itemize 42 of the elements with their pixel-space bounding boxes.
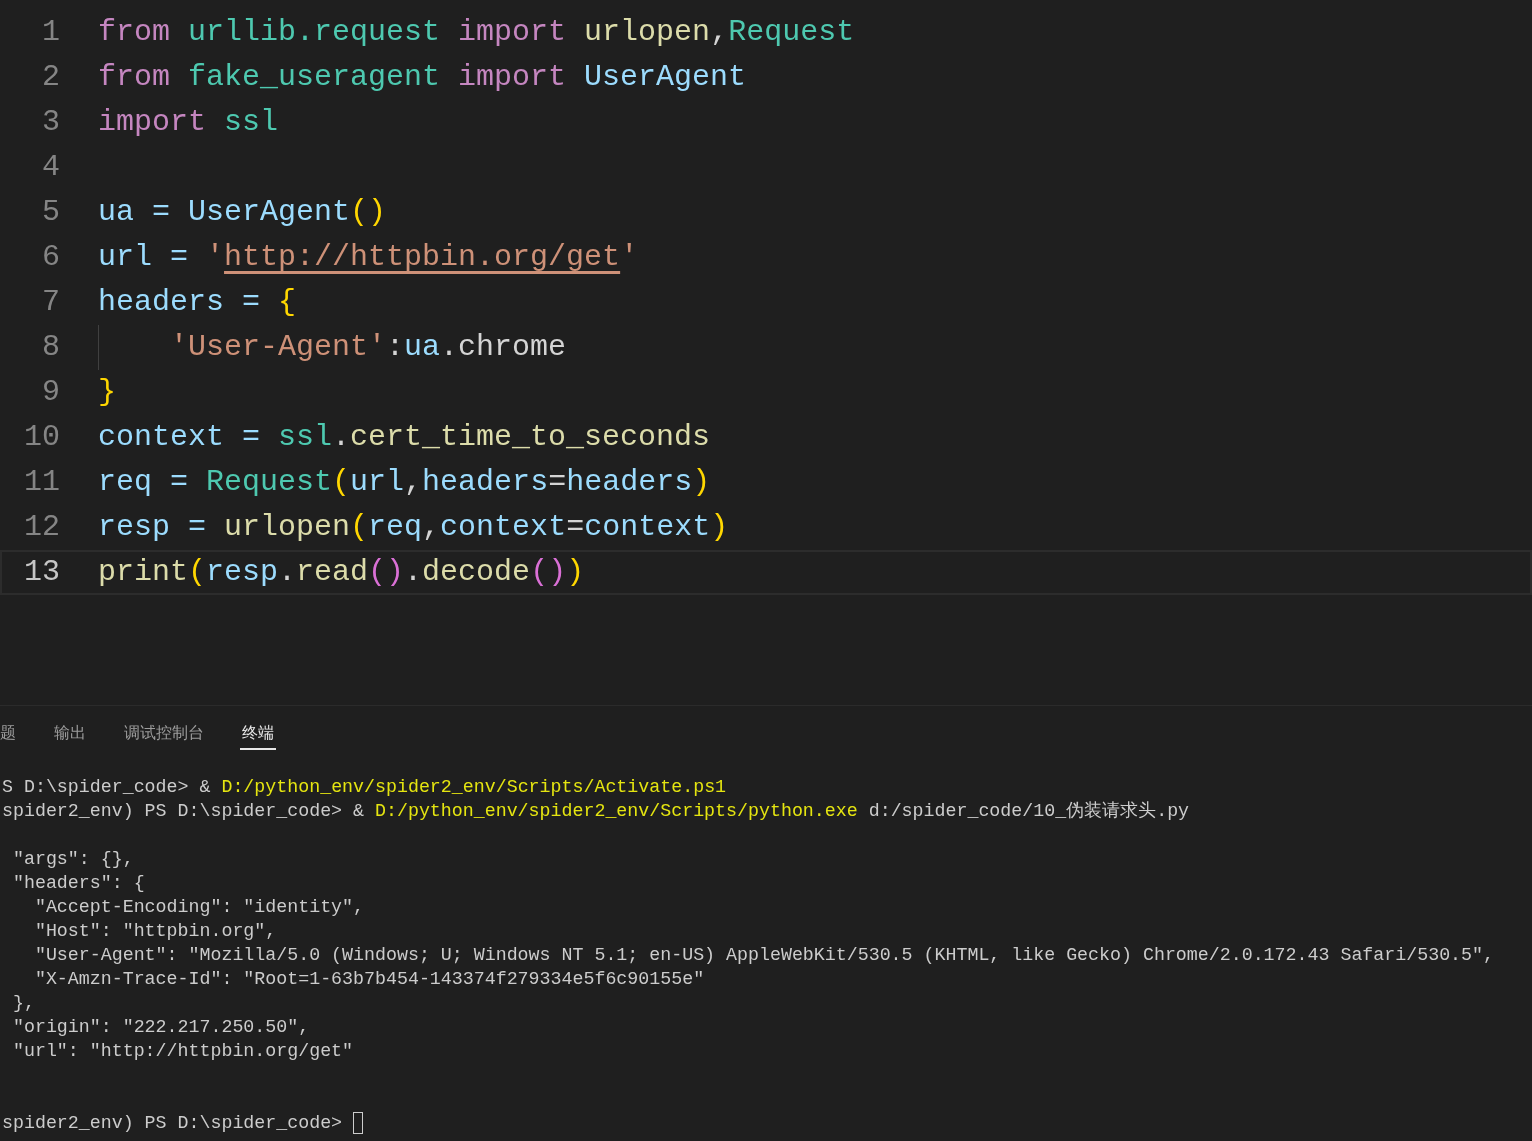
code-line: req = Request(url,headers=headers) <box>98 464 711 501</box>
terminal-line: "X-Amzn-Trace-Id": "Root=1-63b7b454-143374f279334e5f6c90155e" <box>33 968 705 991</box>
line-number: 5 <box>41 194 60 231</box>
code-line: headers = { <box>98 284 297 321</box>
code-line: import ssl <box>98 104 279 141</box>
terminal-prompt: spider2_env) PS D:\spider_code> <box>2 1112 344 1135</box>
line-number: 3 <box>41 104 60 141</box>
terminal-line: "headers": { <box>11 872 145 895</box>
code-line: 'User-Agent':ua.chrome <box>98 325 567 370</box>
terminal-line: "origin": "222.217.250.50", <box>11 1016 310 1039</box>
panel-tab[interactable]: 终端 <box>240 718 276 750</box>
panel-tab[interactable]: 题 <box>0 718 18 750</box>
line-number: 11 <box>23 464 60 501</box>
terminal-line: spider2_env) PS D:\spider_code> & D:/python_env/spider2_env/Scripts/python.exe d:/spider_code/10_伪装请求头.py <box>2 800 1190 823</box>
line-number: 4 <box>41 149 60 186</box>
line-number: 13 <box>23 554 60 591</box>
terminal-line: "Host": "httpbin.org", <box>33 920 277 943</box>
line-number: 12 <box>23 509 60 546</box>
code-line: url = 'http://httpbin.org/get' <box>98 239 639 276</box>
panel-tab[interactable]: 调试控制台 <box>122 718 206 750</box>
code-line: from urllib.request import urlopen,Request <box>98 14 855 51</box>
code-line: print(resp.read().decode()) <box>98 554 585 591</box>
code-line: } <box>98 374 116 411</box>
line-number: 8 <box>41 329 60 366</box>
line-number: 1 <box>41 14 60 51</box>
text-cursor <box>353 1112 364 1134</box>
terminal-line: "User-Agent": "Mozilla/5.0 (Windows; U; Windows NT 5.1; en-US) AppleWebKit/530.5 (KHTML, like Gecko) Chrome/2.0.172.43 Safari/530.5", <box>33 944 1494 967</box>
code-line: ua = UserAgent() <box>98 194 387 231</box>
line-number: 10 <box>23 419 60 456</box>
panel-tab[interactable]: 输出 <box>52 718 88 750</box>
terminal-line: S D:\spider_code> & D:/python_env/spider2_env/Scripts/Activate.ps1 <box>2 776 727 799</box>
code-line: from fake_useragent import UserAgent <box>98 59 747 96</box>
terminal-line: "args": {}, <box>11 848 134 871</box>
code-line: resp = urlopen(req,context=context) <box>98 509 729 546</box>
terminal-line: }, <box>11 992 35 1015</box>
line-number: 9 <box>41 374 60 411</box>
line-number: 7 <box>41 284 60 321</box>
line-number: 6 <box>41 239 60 276</box>
code-line: context = ssl.cert_time_to_seconds <box>98 419 711 456</box>
line-number: 2 <box>41 59 60 96</box>
terminal-line: "Accept-Encoding": "identity", <box>33 896 365 919</box>
terminal-line: "url": "http://httpbin.org/get" <box>11 1040 354 1063</box>
